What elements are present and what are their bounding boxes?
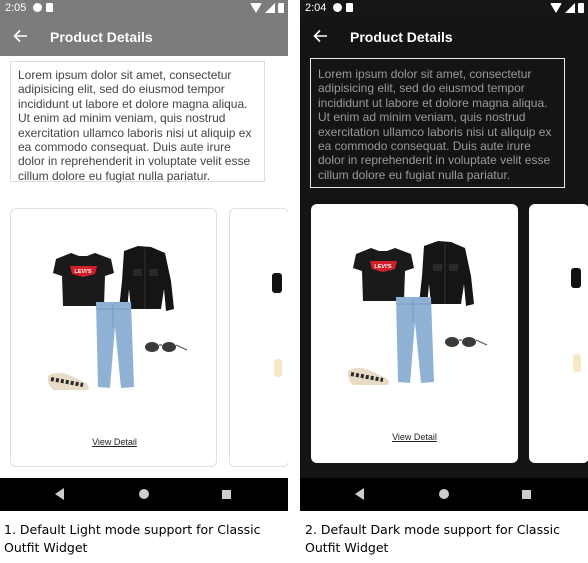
view-detail-link[interactable]: View Detail (11, 437, 218, 447)
outfit-card-next[interactable] (229, 208, 288, 467)
nav-back-icon[interactable] (355, 488, 364, 500)
dark-mode-screen: 2:04 Product Details Lorem ipsum dolor s… (300, 0, 588, 511)
notification-icons (33, 3, 53, 12)
status-bar: 2:04 (300, 0, 588, 17)
sim-icon (346, 3, 353, 12)
shoe-image (47, 372, 89, 392)
signal-icon (565, 3, 575, 13)
tshirt-image: LEVI'S (53, 253, 114, 306)
back-arrow-icon[interactable] (312, 28, 328, 44)
shoe-image (347, 367, 389, 387)
status-time: 2:05 (5, 2, 27, 14)
status-time: 2:04 (305, 2, 327, 14)
dark-mode-caption: 2. Default Dark mode support for Classic… (305, 522, 560, 555)
page-title: Product Details (50, 29, 153, 45)
light-mode-caption: 1. Default Light mode support for Classi… (4, 522, 261, 555)
view-detail-link[interactable]: View Detail (311, 432, 518, 442)
outfit-card[interactable]: LEVI'S View Detail (311, 204, 518, 463)
back-arrow-icon[interactable] (12, 28, 28, 44)
notification-icon (333, 3, 342, 12)
jacket-sliver (571, 268, 581, 288)
system-icons (550, 3, 584, 13)
svg-text:LEVI'S: LEVI'S (74, 269, 92, 275)
shoe-sliver (573, 354, 581, 372)
system-nav-bar (300, 478, 588, 511)
wifi-icon (550, 3, 562, 13)
nav-home-icon[interactable] (139, 489, 149, 499)
shoe-sliver (274, 359, 282, 377)
jeans-image (396, 297, 434, 383)
notification-icon (33, 3, 42, 12)
nav-recents-icon[interactable] (522, 490, 531, 499)
status-bar: 2:05 (0, 0, 288, 17)
sunglasses-image (145, 342, 188, 352)
nav-back-icon[interactable] (55, 488, 64, 500)
tshirt-image: LEVI'S (353, 248, 414, 301)
jacket-sliver (272, 273, 282, 293)
svg-text:LEVI'S: LEVI'S (374, 264, 392, 270)
battery-icon (578, 3, 584, 13)
app-bar: Product Details (300, 17, 588, 56)
system-nav-bar (0, 478, 288, 511)
system-icons (250, 3, 284, 13)
outfit-card[interactable]: LEVI'S View Detail (10, 208, 217, 467)
jacket-image (119, 246, 174, 311)
notification-icons (333, 3, 353, 12)
outfit-image: LEVI'S (47, 246, 188, 392)
outfit-image: LEVI'S (347, 241, 488, 387)
app-bar: Product Details (0, 17, 288, 56)
light-mode-screen: 2:05 Product Details Lorem ipsum dolor s… (0, 0, 288, 511)
product-description: Lorem ipsum dolor sit amet, consectetur … (10, 61, 265, 183)
battery-icon (278, 3, 284, 13)
nav-recents-icon[interactable] (222, 490, 231, 499)
sim-icon (46, 3, 53, 12)
outfit-card-next[interactable] (529, 204, 588, 463)
page-title: Product Details (350, 29, 453, 45)
sunglasses-image (445, 337, 488, 347)
product-description: Lorem ipsum dolor sit amet, consectetur … (310, 58, 565, 188)
wifi-icon (250, 3, 262, 13)
signal-icon (265, 3, 275, 13)
nav-home-icon[interactable] (439, 489, 449, 499)
jacket-image (419, 241, 474, 306)
jeans-image (96, 302, 134, 388)
